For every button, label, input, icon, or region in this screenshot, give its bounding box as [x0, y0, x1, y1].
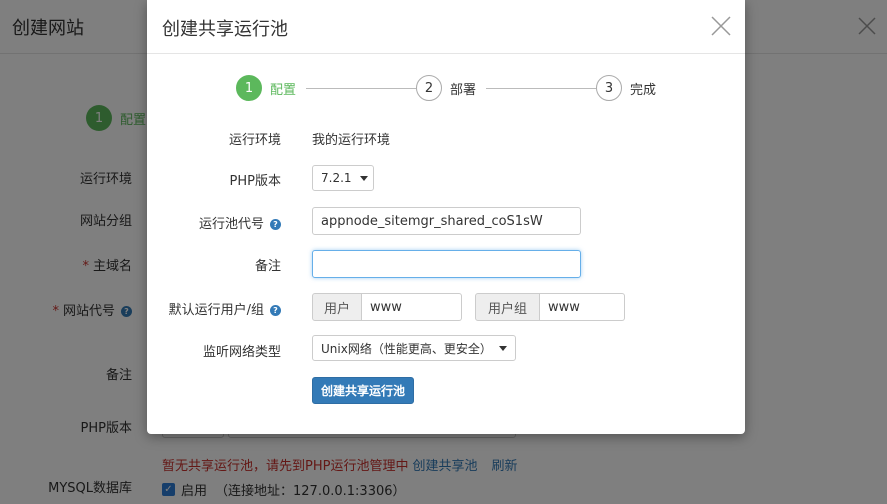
step-label: 完成 [630, 82, 657, 98]
step-number: 2 [416, 75, 442, 101]
modal-header: 创建共享运行池 [147, 0, 745, 54]
step-connector [306, 88, 416, 89]
step-label: 配置 [270, 82, 297, 98]
group-addon: 用户组 [475, 293, 540, 321]
modal-title: 创建共享运行池 [162, 19, 288, 40]
user-input[interactable]: www [362, 293, 462, 321]
pool-code-label: 运行池代号? [147, 213, 281, 232]
step-indicator: 1 配置 2 部署 3 完成 [236, 75, 666, 101]
step-complete: 3 完成 [596, 75, 656, 101]
step-number: 1 [236, 75, 262, 101]
step-connector [486, 88, 596, 89]
php-version-value: 7.2.1 [321, 171, 352, 185]
listen-type-value: Unix网络（性能更高、更安全） [321, 341, 492, 356]
runtime-env-label: 运行环境 [228, 133, 281, 148]
user-addon: 用户 [312, 293, 362, 321]
help-icon[interactable]: ? [270, 219, 281, 230]
listen-type-label: 监听网络类型 [202, 345, 281, 360]
step-number: 3 [596, 75, 622, 101]
php-version-label: PHP版本 [229, 174, 281, 189]
step-config: 1 配置 [236, 75, 296, 101]
chevron-down-icon [359, 175, 368, 181]
create-shared-pool-dialog: 创建共享运行池 1 配置 2 部署 3 完成 运行环境 我的运行环境 PHP版本… [147, 0, 745, 434]
php-version-select[interactable]: 7.2.1 [312, 165, 374, 191]
create-shared-pool-button[interactable]: 创建共享运行池 [312, 377, 414, 404]
remark-label: 备注 [254, 259, 281, 274]
step-deploy: 2 部署 [416, 75, 476, 101]
remark-input[interactable] [312, 250, 581, 278]
help-icon[interactable]: ? [270, 305, 281, 316]
pool-code-input[interactable]: appnode_sitemgr_shared_coS1sW [312, 207, 581, 235]
step-label: 部署 [450, 82, 477, 98]
default-user-label: 默认运行用户/组? [147, 299, 281, 318]
chevron-down-icon [499, 345, 507, 351]
group-input[interactable]: www [540, 293, 625, 321]
close-icon[interactable] [709, 14, 733, 38]
runtime-env-value: 我的运行环境 [312, 133, 391, 148]
listen-type-select[interactable]: Unix网络（性能更高、更安全） [312, 335, 516, 361]
